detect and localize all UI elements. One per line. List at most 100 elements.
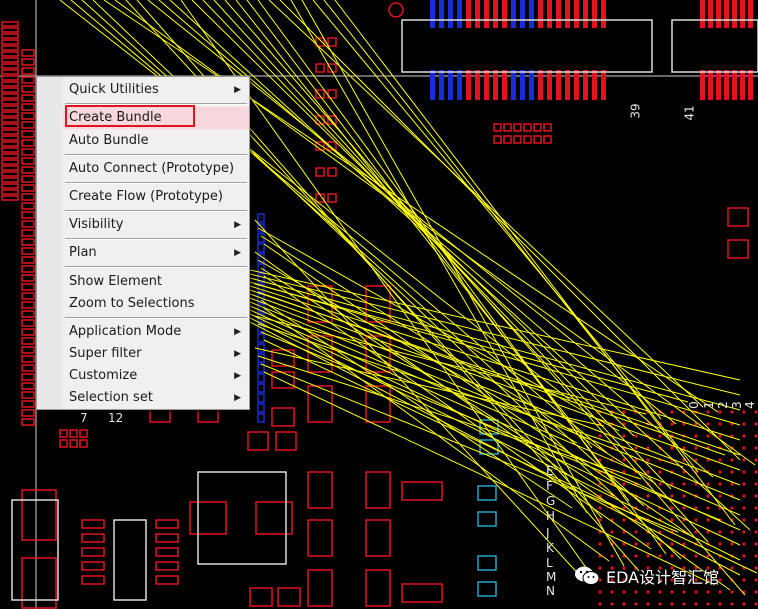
- pcb-pad: [556, 70, 561, 100]
- pcb-pad: [439, 70, 444, 100]
- pcb-pad: [247, 431, 269, 451]
- bga-ball: [730, 542, 734, 546]
- pcb-pad: [21, 319, 35, 327]
- pcb-pad: [493, 123, 502, 132]
- col-digit: 2: [715, 401, 730, 409]
- pcb-pad: [1, 189, 19, 195]
- menu-item-plan[interactable]: Plan ▶: [63, 242, 249, 264]
- bga-ball: [754, 566, 758, 570]
- pcb-pad: [21, 130, 35, 138]
- pcb-pad: [513, 123, 522, 132]
- pcb-pad: [511, 0, 516, 28]
- bga-ball: [718, 422, 722, 426]
- bga-ball: [754, 554, 758, 558]
- menu-item-super-filter[interactable]: Super filter ▶: [63, 343, 249, 365]
- pcb-pad: [430, 0, 435, 28]
- pcb-pad: [592, 70, 597, 100]
- context-menu: Quick Utilities ▶ Create Bundle Auto Bun…: [36, 76, 250, 410]
- menu-item-create-bundle[interactable]: Create Bundle: [63, 105, 249, 129]
- menu-item-application-mode[interactable]: Application Mode ▶: [63, 321, 249, 343]
- pcb-pad: [257, 403, 265, 413]
- bga-ball: [646, 554, 650, 558]
- pcb-pad: [1, 81, 19, 87]
- triangle-right-icon: ▶: [234, 327, 241, 337]
- bga-ball: [646, 470, 650, 474]
- menu-item-label: Plan: [69, 245, 97, 260]
- pcb-pad: [439, 0, 444, 28]
- pcb-pad: [21, 139, 35, 147]
- bga-ball: [742, 506, 746, 510]
- menu-item-auto-bundle[interactable]: Auto Bundle: [63, 130, 249, 152]
- bga-ball: [694, 590, 698, 594]
- bga-ball: [706, 518, 710, 522]
- pcb-pad: [79, 439, 88, 448]
- pcb-pad: [69, 429, 78, 438]
- pcb-pad: [716, 0, 721, 28]
- triangle-right-icon: ▶: [234, 220, 241, 230]
- pcb-pad: [59, 439, 68, 448]
- pcb-pad: [708, 70, 713, 100]
- col-digit: 3: [729, 401, 744, 409]
- pcb-pad: [543, 135, 552, 144]
- pcb-pad: [724, 70, 729, 100]
- bga-ball: [706, 434, 710, 438]
- bga-ball: [754, 578, 758, 582]
- triangle-right-icon: ▶: [234, 393, 241, 403]
- bga-ball: [742, 554, 746, 558]
- menu-separator: [65, 182, 247, 184]
- bga-ball: [742, 578, 746, 582]
- pcb-pad: [1, 75, 19, 81]
- bga-ball: [742, 602, 746, 606]
- menu-item-show-element[interactable]: Show Element: [63, 271, 249, 293]
- pcb-pad: [592, 0, 597, 28]
- pcb-pad: [307, 569, 333, 607]
- pcb-pad: [1, 27, 19, 33]
- pcb-pad: [401, 583, 443, 603]
- pcb-pad: [457, 70, 462, 100]
- pcb-pad: [732, 0, 737, 28]
- pcb-pad: [475, 0, 480, 28]
- pcb-pad: [21, 373, 35, 381]
- pcb-pad: [547, 0, 552, 28]
- menu-item-selection-set[interactable]: Selection set ▶: [63, 387, 249, 409]
- bga-ball: [718, 542, 722, 546]
- menu-item-zoom-to-selections[interactable]: Zoom to Selections: [63, 293, 249, 315]
- bga-ball: [622, 482, 626, 486]
- pcb-pad: [513, 135, 522, 144]
- menu-item-label: Zoom to Selections: [69, 296, 195, 311]
- pcb-pad: [1, 63, 19, 69]
- pcb-pad: [257, 243, 265, 253]
- pcb-pad: [21, 238, 35, 246]
- menu-item-customize[interactable]: Customize ▶: [63, 365, 249, 387]
- pcb-pad: [700, 70, 705, 100]
- pcb-pad: [538, 70, 543, 100]
- bga-ball: [634, 530, 638, 534]
- pcb-pad: [556, 0, 561, 28]
- row-letter: L: [546, 556, 553, 570]
- pcb-pad: [1, 147, 19, 153]
- menu-item-create-flow[interactable]: Create Flow (Prototype): [63, 186, 249, 208]
- menu-item-quick-utilities[interactable]: Quick Utilities ▶: [63, 79, 249, 101]
- bga-ball: [622, 458, 626, 462]
- ratsnest-line: [257, 227, 620, 432]
- via: [388, 2, 404, 18]
- pcb-pad: [21, 328, 35, 336]
- pcb-pad: [732, 70, 737, 100]
- triangle-right-icon: ▶: [234, 371, 241, 381]
- bga-ball: [622, 410, 626, 414]
- pcb-pad: [1, 87, 19, 93]
- menu-icon-gutter: [37, 77, 62, 409]
- watermark: EDA设计智汇馆: [574, 562, 719, 590]
- pcb-pad: [1, 45, 19, 51]
- pcb-pad: [583, 0, 588, 28]
- ratsnest-line: [249, 305, 741, 516]
- menu-item-auto-connect[interactable]: Auto Connect (Prototype): [63, 158, 249, 180]
- bga-ball: [610, 554, 614, 558]
- pcb-pad: [21, 112, 35, 120]
- pcb-label-39: 39: [628, 103, 643, 119]
- bga-ball: [670, 494, 674, 498]
- menu-item-visibility[interactable]: Visibility ▶: [63, 214, 249, 236]
- row-letter: M: [546, 570, 557, 584]
- pcb-pad: [307, 471, 333, 509]
- bga-ball: [754, 530, 758, 534]
